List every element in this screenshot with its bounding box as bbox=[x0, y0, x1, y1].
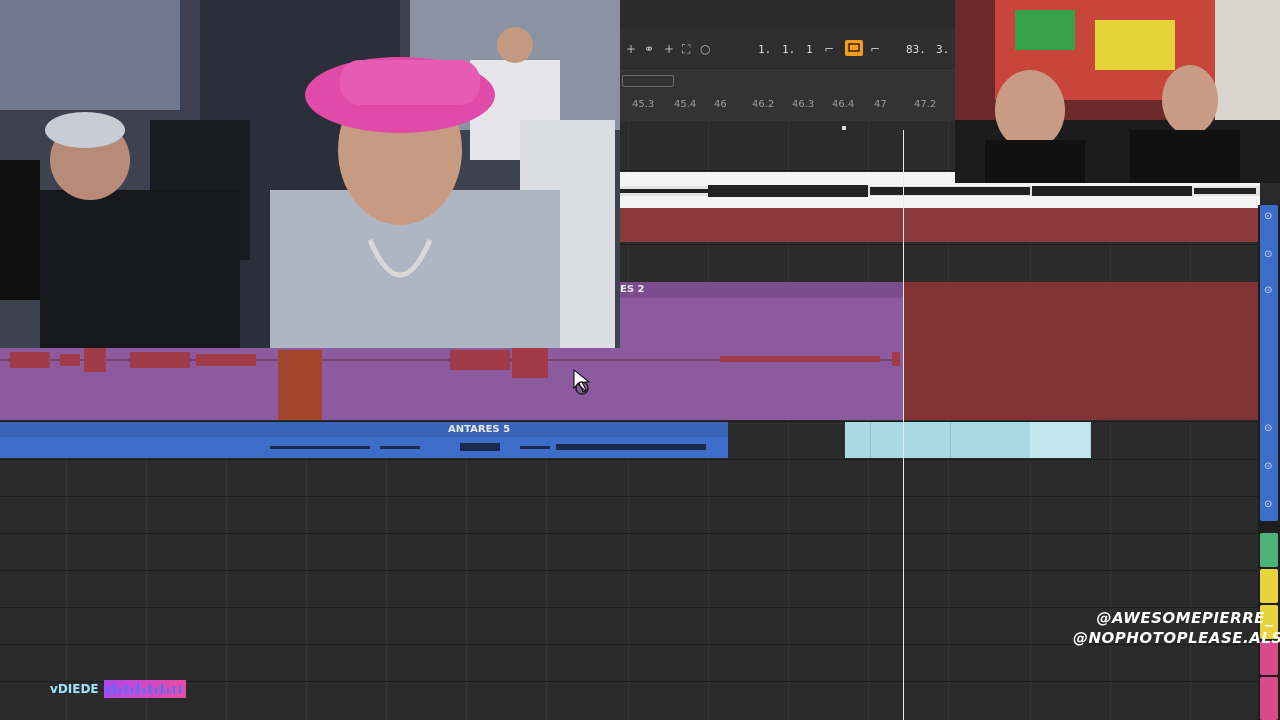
tempo-value[interactable]: 83. bbox=[906, 43, 926, 56]
position-beat[interactable]: 1. bbox=[782, 43, 795, 56]
track-color-bar bbox=[1260, 677, 1278, 720]
track-color-bar bbox=[1260, 533, 1278, 567]
metronome-icon[interactable]: ○ bbox=[700, 42, 710, 56]
webcam-main-scene bbox=[0, 0, 620, 348]
brand-waveform-icon bbox=[104, 680, 186, 698]
brand-text: vDIEDE bbox=[50, 682, 99, 696]
chevron-down-icon[interactable]: ⊙ bbox=[1264, 285, 1272, 296]
loop-brace[interactable] bbox=[622, 75, 674, 87]
playhead-marker bbox=[842, 126, 846, 130]
ruler-tick: 46.2 bbox=[752, 99, 775, 110]
ruler-tick: 46.4 bbox=[832, 99, 855, 110]
credit-handle: @NOPHOTOPLEASE.ALS bbox=[1073, 629, 1280, 647]
webcam-corner-scene bbox=[955, 0, 1280, 183]
audio-clip-red-small[interactable] bbox=[278, 350, 322, 420]
credits-overlay: @AWESOMEPIERRE_ @NOPHOTOPLEASE.ALS bbox=[1073, 608, 1280, 648]
audio-clip[interactable] bbox=[620, 208, 1258, 242]
punch-out-icon[interactable]: ⌐ bbox=[870, 42, 880, 56]
chevron-down-icon[interactable]: ⊙ bbox=[1264, 211, 1272, 222]
clip-name: ES 2 bbox=[620, 284, 645, 295]
link-icon[interactable]: ⚭ bbox=[644, 42, 654, 56]
chevron-down-icon[interactable]: ⊙ bbox=[1264, 249, 1272, 260]
playhead[interactable] bbox=[903, 130, 904, 720]
clip-name: ANTARES 5 bbox=[448, 424, 511, 435]
webcam-main bbox=[0, 0, 620, 348]
transport-bar: + ⚭ + ⛶ ○ 1. 1. 1 ⌐ ⌐ 83. 3. bbox=[620, 28, 955, 71]
credit-handle: @AWESOMEPIERRE_ bbox=[1096, 609, 1273, 627]
position-sixteenth[interactable]: 1 bbox=[806, 43, 813, 56]
chevron-down-icon[interactable]: ⊙ bbox=[1264, 499, 1272, 510]
ruler-tick: 47 bbox=[874, 99, 887, 110]
ruler-tick: 46 bbox=[714, 99, 727, 110]
add-icon[interactable]: + bbox=[626, 42, 636, 56]
track-color-bar bbox=[1260, 569, 1278, 603]
audio-clip-header[interactable]: ANTARES 5 bbox=[0, 422, 728, 437]
ruler-tick: 47.2 bbox=[914, 99, 937, 110]
chevron-down-icon[interactable]: ⊙ bbox=[1264, 423, 1272, 434]
mouse-cursor-icon bbox=[573, 368, 591, 395]
fullscreen-icon[interactable]: ⛶ bbox=[682, 42, 690, 57]
signature-value[interactable]: 3. bbox=[936, 43, 949, 56]
ruler-tick: 46.3 bbox=[792, 99, 815, 110]
plus-small-icon[interactable]: + bbox=[664, 42, 674, 56]
webcam-corner bbox=[955, 0, 1280, 183]
position-bar[interactable]: 1. bbox=[758, 43, 771, 56]
chevron-down-icon[interactable]: ⊙ bbox=[1264, 461, 1272, 472]
ruler-tick: 45.4 bbox=[674, 99, 697, 110]
loop-toggle-button[interactable] bbox=[845, 40, 863, 56]
audio-clip-lightblue[interactable] bbox=[845, 422, 1091, 458]
ruler-tick: 45.3 bbox=[632, 99, 655, 110]
audio-clip-red[interactable] bbox=[903, 282, 1258, 420]
loop-icon bbox=[848, 43, 860, 52]
punch-in-icon[interactable]: ⌐ bbox=[824, 42, 834, 56]
timeline-ruler[interactable]: 45.3 45.4 46 46.2 46.3 46.4 47 47.2 bbox=[620, 70, 955, 121]
